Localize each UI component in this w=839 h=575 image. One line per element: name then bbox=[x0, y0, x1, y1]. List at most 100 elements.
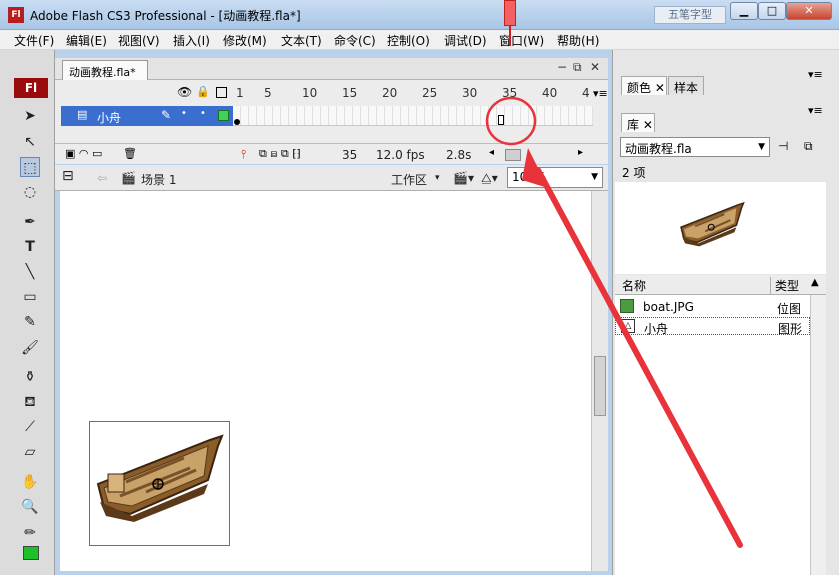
graphic-symbol-icon: △ bbox=[621, 319, 635, 333]
line-tool-icon[interactable]: ╲ bbox=[20, 262, 40, 282]
maximize-button[interactable]: □ bbox=[758, 2, 786, 20]
list-item[interactable]: boat.JPG 位图 bbox=[615, 298, 810, 316]
chevron-down-icon: ▾ bbox=[435, 173, 440, 183]
fill-color-swatch[interactable] bbox=[23, 546, 39, 560]
tab-color[interactable]: 颜色 ✕ bbox=[621, 76, 667, 95]
new-library-icon[interactable]: ⧉ bbox=[804, 139, 813, 154]
menu-modify[interactable]: 修改(M) bbox=[223, 32, 267, 49]
menu-help[interactable]: 帮助(H) bbox=[557, 32, 599, 49]
zoom-value: 100% bbox=[512, 170, 547, 184]
tab-swatches-label: 样本 bbox=[674, 81, 699, 95]
window-title: Adobe Flash CS3 Professional - [动画教程.fla… bbox=[30, 9, 301, 23]
pen-tool-icon[interactable]: ✒ bbox=[20, 212, 40, 232]
menu-text[interactable]: 文本(T) bbox=[281, 32, 322, 49]
library-scrollbar[interactable] bbox=[810, 295, 826, 575]
scroll-right-icon[interactable]: ▸ bbox=[578, 147, 583, 158]
item-name: boat.JPG bbox=[643, 300, 694, 314]
panel-menu-icon[interactable]: ▾≡ bbox=[808, 68, 823, 81]
edit-bar: ⊟ ⇦ 🎬 场景 1 工作区 ▾ 🎬▾ ⧋▾ 100% ▼ bbox=[55, 165, 608, 191]
menu-file[interactable]: 文件(F) bbox=[14, 32, 54, 49]
timeline-toggle-icon[interactable]: ⊟ bbox=[62, 168, 74, 184]
col-name-header[interactable]: 名称 bbox=[622, 277, 646, 294]
menu-control[interactable]: 控制(O) bbox=[387, 32, 430, 49]
menu-view[interactable]: 视图(V) bbox=[118, 32, 160, 49]
paint-bucket-tool-icon[interactable]: ⛾ bbox=[20, 392, 40, 412]
free-transform-tool-icon[interactable]: ⬚ bbox=[20, 157, 40, 177]
frame-ruler: 1 5 10 15 20 25 30 35 40 4 bbox=[233, 80, 593, 106]
close-window-button[interactable]: ✕ bbox=[786, 2, 832, 20]
hand-tool-icon[interactable]: ✋ bbox=[20, 472, 40, 492]
close-icon[interactable]: ✕ bbox=[655, 81, 665, 95]
layer-color-icon[interactable] bbox=[218, 110, 229, 121]
sort-icon[interactable]: ▲ bbox=[811, 277, 819, 288]
text-tool-icon[interactable]: T bbox=[20, 237, 40, 257]
library-menu-icon[interactable]: ▾≡ bbox=[808, 104, 823, 117]
close-icon[interactable]: ✕ bbox=[643, 118, 653, 132]
add-layer-icon[interactable]: ▣ ◠ ▭ bbox=[65, 147, 102, 160]
subselection-tool-icon[interactable]: ↖ bbox=[20, 132, 40, 152]
lock-dot-icon[interactable]: • bbox=[200, 108, 206, 119]
frame-number: 5 bbox=[264, 86, 272, 100]
minimize-doc-icon[interactable]: − bbox=[557, 60, 567, 74]
frame-number: 4 bbox=[582, 86, 590, 100]
menu-insert[interactable]: 插入(I) bbox=[173, 32, 210, 49]
zoom-tool-icon[interactable]: 🔍 bbox=[20, 497, 40, 517]
onion-skin-icon[interactable]: ⧉ ⧈ ⧉ ⁅⁆ bbox=[259, 147, 301, 161]
menu-window[interactable]: 窗口(W) bbox=[499, 32, 544, 49]
eye-icon[interactable]: 👁 bbox=[177, 85, 192, 99]
menu-edit[interactable]: 编辑(E) bbox=[66, 32, 107, 49]
minimize-button[interactable]: ▁ bbox=[730, 2, 758, 20]
edit-symbol-icon[interactable]: ⧋▾ bbox=[481, 171, 498, 186]
col-type-header[interactable]: 类型 bbox=[770, 277, 799, 294]
tab-swatches[interactable]: 样本 bbox=[668, 76, 704, 95]
back-arrow-icon[interactable]: ⇦ bbox=[97, 171, 107, 185]
timeline-scroll-thumb[interactable] bbox=[505, 149, 521, 161]
frame-number: 25 bbox=[422, 86, 438, 100]
tab-library[interactable]: 库 ✕ bbox=[621, 113, 655, 132]
timeline-status-bar: ▣ ◠ ▭ 🗑 ⫯ ⧉ ⧈ ⧉ ⁅⁆ 35 12.0 fps 2.8s ◂ ▸ bbox=[55, 143, 608, 164]
lock-icon[interactable]: 🔒 bbox=[196, 85, 210, 98]
scroll-left-icon[interactable]: ◂ bbox=[489, 147, 494, 158]
chevron-down-icon[interactable]: ▼ bbox=[591, 172, 598, 182]
stroke-color-icon[interactable]: ✏ bbox=[20, 523, 40, 543]
brush-tool-icon[interactable]: 🖌 bbox=[20, 338, 40, 358]
scene-icon: 🎬 bbox=[121, 171, 136, 185]
stage-scrollbar[interactable] bbox=[591, 191, 608, 571]
close-doc-icon[interactable]: ✕ bbox=[590, 60, 600, 74]
eraser-tool-icon[interactable]: ▱ bbox=[20, 442, 40, 462]
delete-layer-icon[interactable]: 🗑 bbox=[123, 147, 137, 160]
timeline-menu-icon[interactable]: ▾≡ bbox=[593, 87, 608, 100]
playhead[interactable] bbox=[504, 0, 516, 26]
library-file-select[interactable]: 动画教程.fla ▼ bbox=[620, 137, 770, 157]
tab-color-label: 颜色 bbox=[627, 81, 652, 95]
keyframe-start[interactable] bbox=[234, 119, 240, 125]
bitmap-icon bbox=[620, 299, 634, 313]
menu-debug[interactable]: 调试(D) bbox=[444, 32, 487, 49]
stage-scroll-thumb[interactable] bbox=[594, 356, 606, 416]
eyedropper-tool-icon[interactable]: ⟋ bbox=[20, 417, 40, 437]
rectangle-tool-icon[interactable]: ▭ bbox=[20, 287, 40, 307]
restore-doc-icon[interactable]: ⧉ bbox=[573, 60, 582, 75]
boat-instance[interactable] bbox=[89, 421, 230, 546]
layer-row-boat[interactable]: ▤ 小舟 ✎ • • bbox=[61, 106, 233, 126]
ink-bottle-tool-icon[interactable]: ⚱ bbox=[20, 367, 40, 387]
edit-scene-icon[interactable]: 🎬▾ bbox=[453, 171, 474, 185]
frame-number: 10 bbox=[302, 86, 318, 100]
pencil-tool-icon[interactable]: ✎ bbox=[20, 312, 40, 332]
zoom-field[interactable]: 100% ▼ bbox=[507, 167, 603, 188]
layer-frames[interactable] bbox=[233, 106, 593, 126]
visibility-dot-icon[interactable]: • bbox=[181, 108, 187, 119]
timeline-panel: 👁 🔒 1 5 10 15 20 25 30 35 40 4 ▾≡ ▤ 小舟 ✎… bbox=[55, 80, 608, 164]
outline-icon[interactable] bbox=[216, 87, 227, 98]
workspace-dropdown[interactable]: 工作区 bbox=[391, 171, 427, 188]
menu-commands[interactable]: 命令(C) bbox=[334, 32, 376, 49]
center-frame-icon[interactable]: ⫯ bbox=[241, 147, 246, 162]
selection-tool-icon[interactable]: ➤ bbox=[20, 106, 40, 126]
playhead-line bbox=[509, 26, 511, 46]
document-tab[interactable]: 动画教程.fla* bbox=[62, 60, 148, 80]
keyframe-end[interactable] bbox=[498, 115, 504, 125]
lasso-tool-icon[interactable]: ◌ bbox=[20, 182, 40, 202]
list-item[interactable]: △ 小舟 图形 bbox=[615, 317, 810, 336]
pin-library-icon[interactable]: ⊣ bbox=[778, 139, 788, 153]
item-type: 图形 bbox=[778, 322, 803, 336]
